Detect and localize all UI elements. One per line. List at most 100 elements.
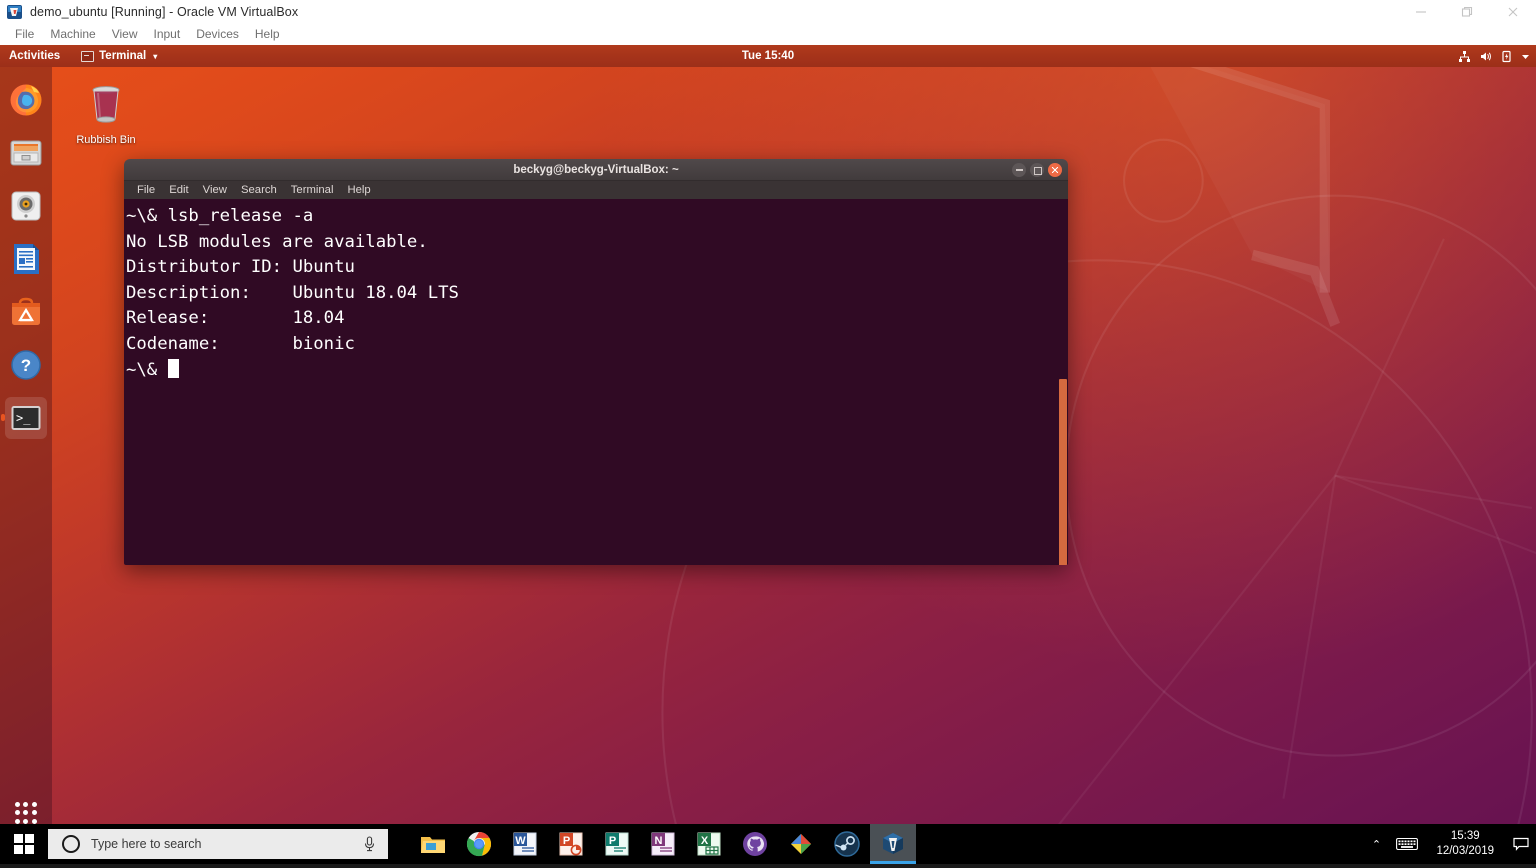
vbox-menu-file[interactable]: File: [7, 24, 42, 45]
word-icon: W: [512, 831, 538, 857]
virtualbox-icon: [880, 831, 906, 857]
keyboard-icon[interactable]: [1390, 837, 1424, 851]
clock[interactable]: 15:39 12/03/2019: [1424, 829, 1506, 859]
system-tray: ⌃ 15:39 12/03/2019: [1362, 824, 1536, 864]
svg-text:>_: >_: [16, 411, 31, 425]
dock-item-terminal[interactable]: >_: [5, 397, 47, 439]
virtualbox-menubar: File Machine View Input Devices Help: [0, 24, 1536, 45]
windows-logo-icon: [14, 834, 34, 854]
terminal-menu-edit[interactable]: Edit: [162, 181, 195, 199]
ubuntu-status-icons[interactable]: [1458, 50, 1530, 63]
terminal-output-text: ~\& lsb_release -a No LSB modules are av…: [126, 206, 459, 354]
taskbar-publisher[interactable]: P: [594, 824, 640, 864]
close-button[interactable]: [1490, 0, 1536, 24]
diamond-colors-icon: [788, 831, 814, 857]
activities-button[interactable]: Activities: [0, 45, 69, 67]
terminal-prompt: ~\&: [126, 360, 168, 380]
terminal-menu-help[interactable]: Help: [340, 181, 377, 199]
restore-button[interactable]: [1444, 0, 1490, 24]
network-wired-icon: [1458, 50, 1471, 63]
taskbar-app-buttons: W P: [410, 824, 916, 864]
desktop-icon-label: Rubbish Bin: [73, 134, 139, 146]
svg-text:?: ?: [21, 356, 31, 375]
terminal-close-button[interactable]: [1048, 163, 1062, 177]
search-placeholder: Type here to search: [91, 837, 201, 851]
firefox-icon: [9, 83, 43, 117]
terminal-window: beckyg@beckyg-VirtualBox: ~ File Edit Vi…: [124, 159, 1068, 565]
taskbar-chrome[interactable]: [456, 824, 502, 864]
chevron-down-icon: ▾: [153, 52, 157, 61]
notification-icon[interactable]: [1506, 837, 1536, 851]
terminal-menu-terminal[interactable]: Terminal: [284, 181, 341, 199]
volume-icon: [1479, 50, 1492, 63]
app-menu-label: Terminal: [99, 50, 146, 62]
taskbar-steam[interactable]: [824, 824, 870, 864]
terminal-menu-search[interactable]: Search: [234, 181, 284, 199]
vbox-menu-devices[interactable]: Devices: [188, 24, 247, 45]
publisher-icon: P: [604, 831, 630, 857]
ubuntu-clock[interactable]: Tue 15:40: [0, 50, 1536, 62]
terminal-titlebar[interactable]: beckyg@beckyg-VirtualBox: ~: [124, 159, 1068, 181]
trash-icon: [83, 80, 129, 126]
svg-text:P: P: [563, 835, 570, 847]
virtualbox-window-title: demo_ubuntu [Running] - Oracle VM Virtua…: [30, 5, 298, 19]
svg-text:P: P: [609, 835, 616, 847]
terminal-maximize-button[interactable]: [1030, 163, 1044, 177]
taskbar-onenote[interactable]: N: [640, 824, 686, 864]
system-menu-caret-icon: [1521, 50, 1530, 63]
taskbar-virtualbox[interactable]: [870, 824, 916, 864]
vbox-menu-help[interactable]: Help: [247, 24, 288, 45]
terminal-menu-file[interactable]: File: [130, 181, 162, 199]
terminal-scrollbar-thumb[interactable]: [1059, 379, 1067, 565]
dock-item-files[interactable]: [5, 132, 47, 174]
dock-item-help[interactable]: ?: [5, 344, 47, 386]
ubuntu-topbar: Activities Terminal ▾ Tue 15:40: [0, 45, 1536, 67]
terminal-cursor: [168, 359, 179, 378]
onenote-icon: N: [650, 831, 676, 857]
taskbar-excel[interactable]: X: [686, 824, 732, 864]
terminal-minimize-button[interactable]: [1012, 163, 1026, 177]
terminal-icon: >_: [9, 401, 43, 435]
clock-time: 15:39: [1436, 829, 1494, 844]
svg-text:W: W: [515, 835, 526, 847]
terminal-window-title: beckyg@beckyg-VirtualBox: ~: [124, 159, 1068, 181]
terminal-menu-view[interactable]: View: [196, 181, 234, 199]
search-input[interactable]: Type here to search: [48, 829, 388, 859]
powerpoint-icon: P: [558, 831, 584, 857]
dock-item-firefox[interactable]: [5, 79, 47, 121]
taskbar-word[interactable]: W: [502, 824, 548, 864]
taskbar-github[interactable]: [732, 824, 778, 864]
vbox-menu-machine[interactable]: Machine: [42, 24, 103, 45]
terminal-menubar: File Edit View Search Terminal Help: [124, 181, 1068, 199]
terminal-window-controls: [1012, 163, 1062, 177]
terminal-body[interactable]: ~\& lsb_release -a No LSB modules are av…: [124, 199, 1068, 565]
chrome-icon: [466, 831, 492, 857]
taskbar-visual-studio[interactable]: [778, 824, 824, 864]
show-hidden-icons-button[interactable]: ⌃: [1362, 838, 1390, 851]
libreoffice-writer-icon: [9, 242, 43, 276]
vbox-menu-input[interactable]: Input: [146, 24, 189, 45]
dock-item-rhythmbox[interactable]: [5, 185, 47, 227]
virtualbox-window: demo_ubuntu [Running] - Oracle VM Virtua…: [0, 0, 1536, 864]
virtualbox-window-controls: [1398, 0, 1536, 24]
minimize-button[interactable]: [1398, 0, 1444, 24]
dock-item-libreoffice-writer[interactable]: [5, 238, 47, 280]
windows-taskbar: Type here to search: [0, 824, 1536, 864]
vbox-menu-view[interactable]: View: [104, 24, 146, 45]
dock-item-ubuntu-software[interactable]: [5, 291, 47, 333]
files-icon: [9, 136, 43, 170]
rhythmbox-icon: [9, 189, 43, 223]
app-menu-terminal[interactable]: Terminal ▾: [75, 50, 163, 62]
start-button[interactable]: [0, 824, 48, 864]
taskbar-file-explorer[interactable]: [410, 824, 456, 864]
cortana-circle-icon[interactable]: [62, 835, 80, 853]
guest-screen: Activities Terminal ▾ Tue 15:40: [0, 45, 1536, 846]
excel-icon: X: [696, 831, 722, 857]
svg-text:X: X: [701, 835, 709, 847]
terminal-scrollbar[interactable]: [1057, 199, 1068, 565]
taskbar-powerpoint[interactable]: P: [548, 824, 594, 864]
virtualbox-titlebar: demo_ubuntu [Running] - Oracle VM Virtua…: [0, 0, 1536, 24]
desktop-icon-rubbish-bin[interactable]: Rubbish Bin: [73, 80, 139, 146]
microphone-icon[interactable]: [363, 836, 376, 852]
folder-icon: [420, 831, 446, 857]
